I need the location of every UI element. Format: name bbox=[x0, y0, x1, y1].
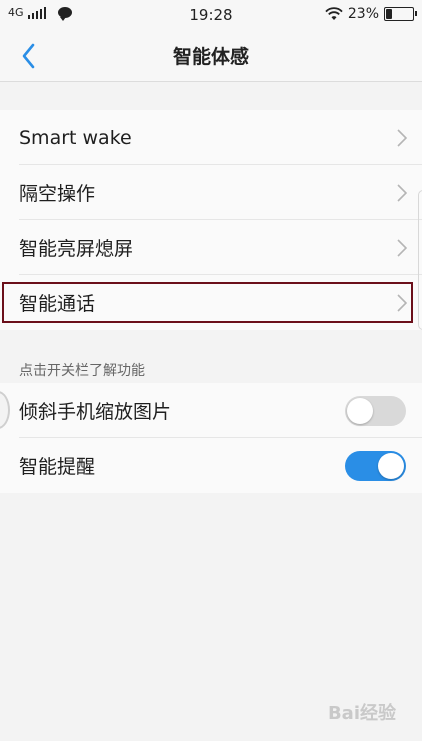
status-bar: 4G 19:28 23% bbox=[0, 0, 422, 30]
settings-item-label: Smart wake bbox=[19, 126, 132, 149]
toggle-knob bbox=[347, 398, 373, 424]
section-header: 点击开关栏了解功能 bbox=[19, 363, 145, 379]
toggle-item-smart-reminder: 智能提醒 bbox=[0, 438, 422, 493]
toggle-knob bbox=[378, 453, 404, 479]
watermark: Bai经验 bbox=[327, 703, 396, 724]
battery-icon bbox=[384, 7, 417, 21]
nav-bar: 智能体感 bbox=[0, 30, 422, 82]
toggle-item-tilt-zoom: 倾斜手机缩放图片 bbox=[0, 383, 422, 438]
page-title: 智能体感 bbox=[172, 46, 249, 68]
toggle-list: 倾斜手机缩放图片 智能提醒 bbox=[0, 383, 422, 493]
chevron-right-icon bbox=[397, 129, 408, 147]
toggle-switch-smart-reminder[interactable] bbox=[345, 451, 406, 481]
settings-item-smart-wake[interactable]: Smart wake bbox=[0, 110, 422, 165]
settings-item-label: 智能通话 bbox=[19, 293, 96, 315]
settings-list: Smart wake 隔空操作 智能亮屏熄屏 智能通话 bbox=[0, 110, 422, 330]
scroll-edge bbox=[418, 190, 422, 330]
status-right: 23% bbox=[325, 6, 417, 22]
settings-item-smart-screen[interactable]: 智能亮屏熄屏 bbox=[0, 220, 422, 275]
battery-percent: 23% bbox=[347, 6, 379, 22]
toggle-switch-tilt-zoom[interactable] bbox=[345, 396, 406, 426]
chevron-right-icon bbox=[397, 294, 408, 312]
toggle-item-label: 智能提醒 bbox=[19, 456, 96, 478]
settings-item-smart-call[interactable]: 智能通话 bbox=[0, 275, 422, 330]
toggle-item-label: 倾斜手机缩放图片 bbox=[19, 401, 172, 423]
chevron-right-icon bbox=[397, 239, 408, 257]
settings-item-label: 隔空操作 bbox=[19, 183, 96, 205]
chevron-right-icon bbox=[397, 184, 408, 202]
battery-fill bbox=[386, 9, 392, 19]
settings-item-air-gesture[interactable]: 隔空操作 bbox=[0, 165, 422, 220]
wifi-icon bbox=[325, 7, 343, 20]
settings-item-label: 智能亮屏熄屏 bbox=[19, 238, 134, 260]
